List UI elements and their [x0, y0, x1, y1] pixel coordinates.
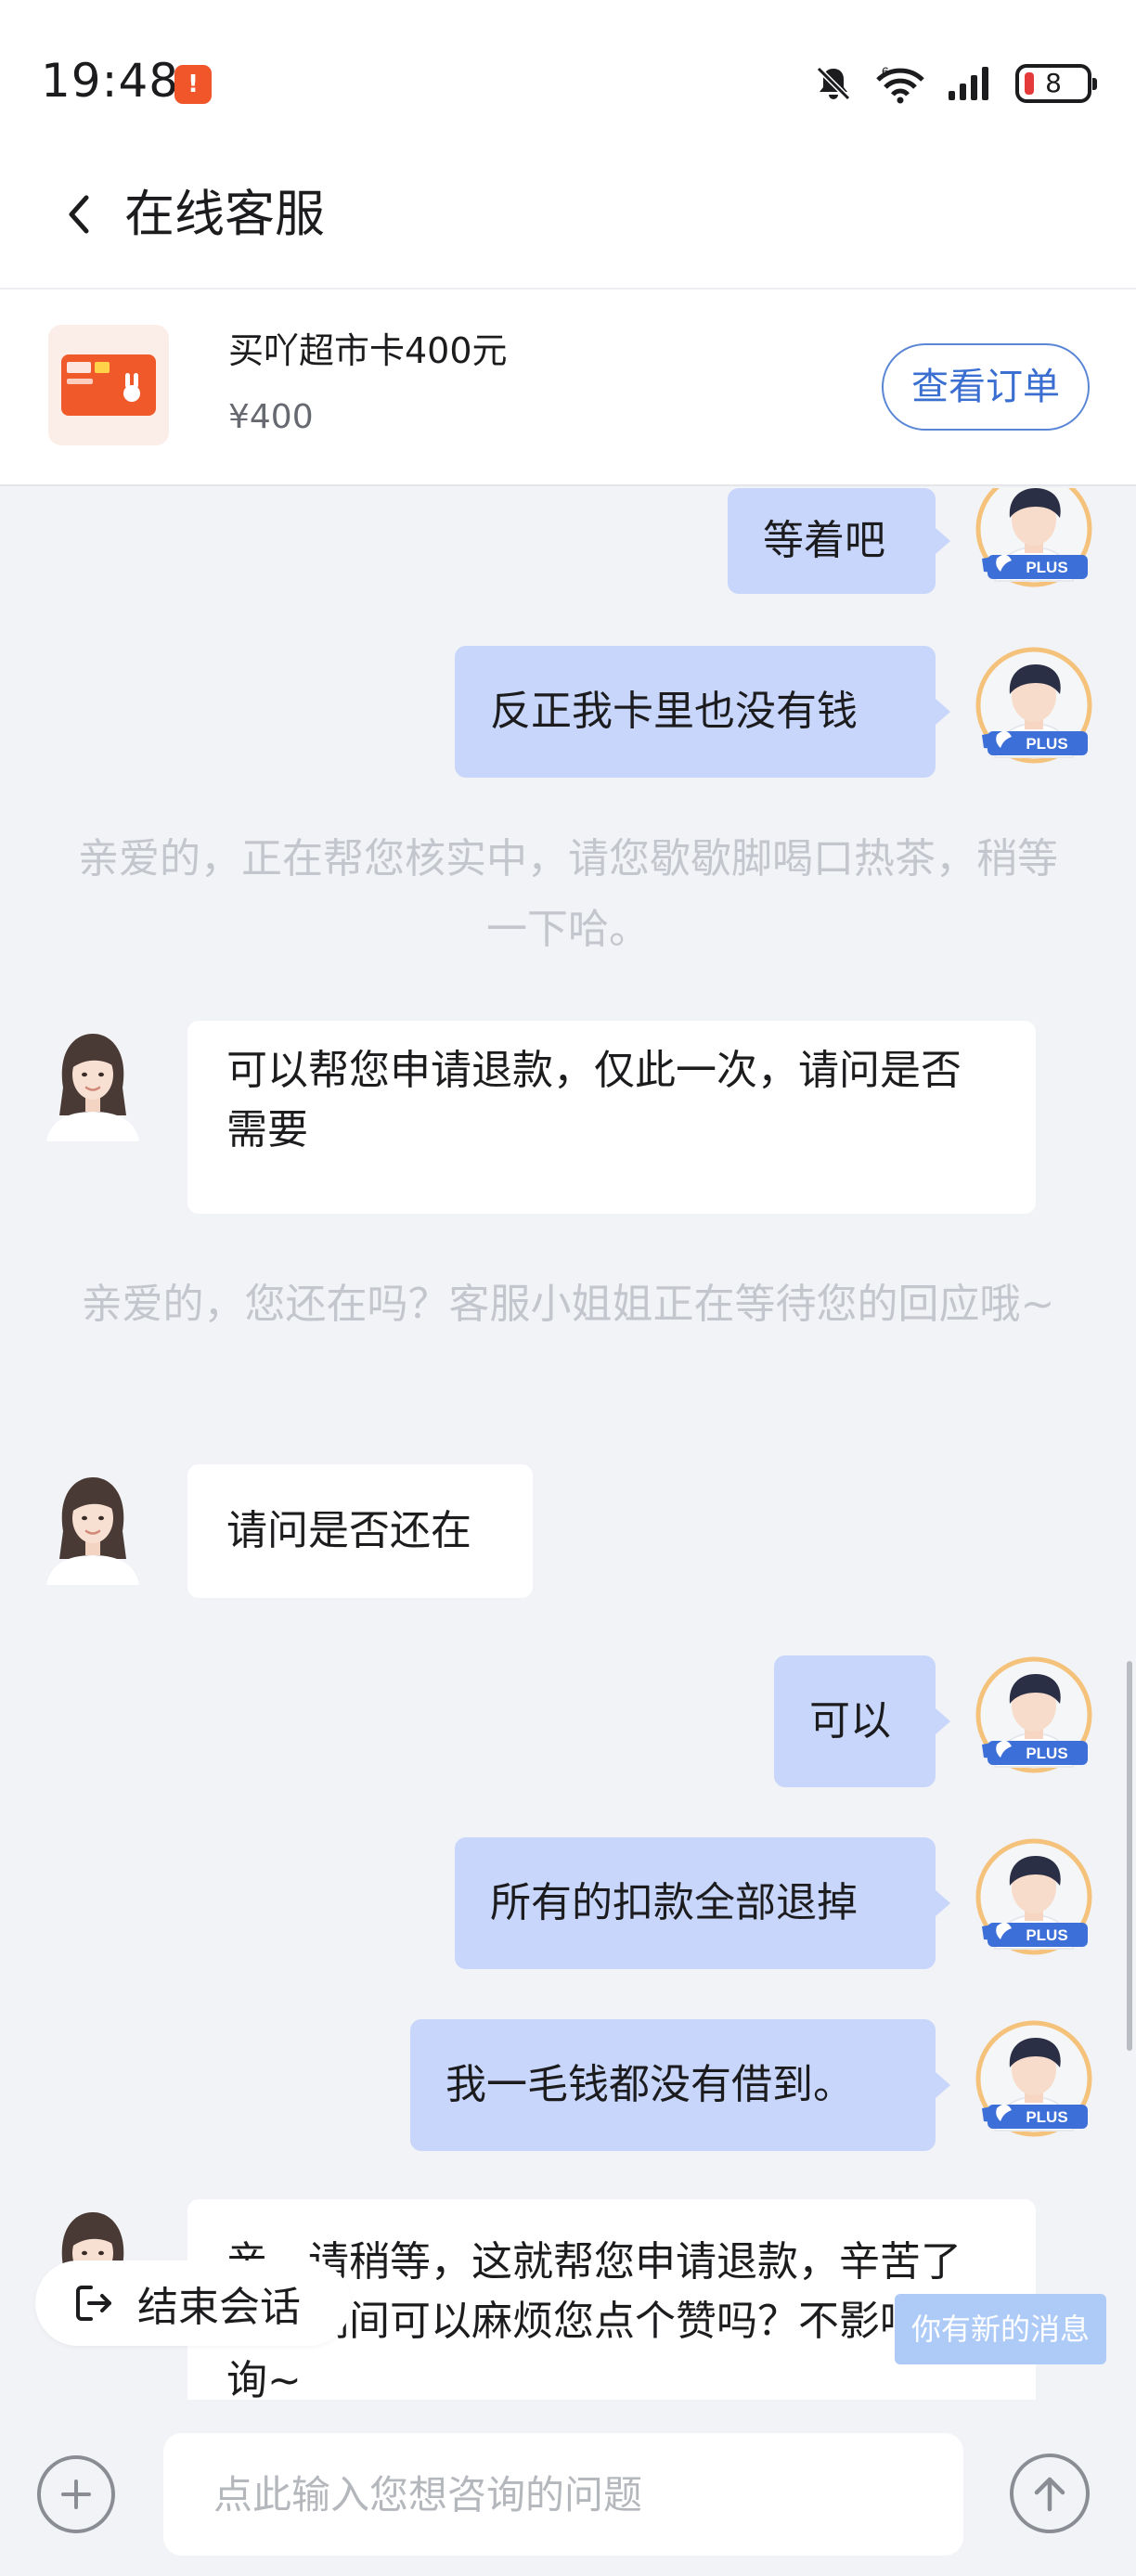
arrow-up-icon [1034, 2477, 1065, 2512]
send-button[interactable] [1010, 2454, 1090, 2533]
system-message: 亲爱的，正在帮您核实中，请您歇歇脚喝口热茶，稍等一下哈。 [78, 835, 1058, 953]
back-button[interactable] [52, 182, 104, 247]
agent-avatar-icon [39, 1023, 147, 1141]
svg-text:PLUS: PLUS [1026, 1745, 1067, 1762]
message-text: 等着吧 [763, 517, 885, 564]
product-title: 买吖超市卡400元 [228, 330, 508, 371]
svg-text:PLUS: PLUS [1026, 559, 1067, 576]
message-text: 反正我卡里也没有钱 [490, 688, 858, 735]
svg-text:PLUS: PLUS [1026, 2108, 1067, 2126]
plus-icon [61, 2479, 91, 2509]
mute-icon [816, 66, 851, 101]
svg-text:PLUS: PLUS [1026, 1926, 1067, 1944]
card-tag-decoration [67, 362, 91, 373]
add-attachment-button[interactable] [37, 2455, 115, 2533]
user-avatar-icon: PLUS [975, 1656, 1092, 1773]
user-message-bubble[interactable]: 反正我卡里也没有钱 [455, 646, 950, 778]
user-avatar-icon: PLUS [975, 488, 1092, 587]
svg-text:PLUS: PLUS [1026, 735, 1067, 753]
notification-badge-icon: ! [174, 65, 212, 104]
user-message-bubble[interactable]: 所有的扣款全部退掉 [455, 1837, 950, 1969]
end-chat-button[interactable]: 结束会话 [35, 2260, 351, 2346]
status-time: 19:48 [41, 54, 180, 108]
user-message-bubble[interactable]: 我一毛钱都没有借到。 [410, 2019, 950, 2151]
agent-avatar-icon [39, 1466, 147, 1585]
user-avatar-icon: PLUS [975, 1838, 1092, 1955]
battery-icon: 8 [1015, 64, 1097, 103]
agent-avatar[interactable] [39, 1023, 147, 1141]
user-message-bubble[interactable]: 可以 [774, 1655, 950, 1787]
chevron-left-icon [69, 195, 89, 234]
agent-avatar[interactable] [39, 1466, 147, 1585]
user-avatar[interactable]: PLUS [975, 488, 1093, 588]
signal-icon [949, 67, 988, 100]
wifi-icon: 6 [876, 64, 924, 104]
user-message-bubble[interactable]: 等着吧 [728, 488, 950, 594]
scrollbar[interactable] [1127, 1661, 1132, 2051]
status-icons: 6 8 [813, 61, 1097, 106]
user-avatar-icon: PLUS [975, 647, 1092, 764]
end-chat-label: 结束会话 [137, 2284, 301, 2331]
card-tag-decoration [95, 362, 110, 373]
chat-area[interactable]: 等着吧 PLUS 反正我卡里也没有钱 PLUS 亲爱的，正在帮您核实中，请您歇歇… [0, 488, 1136, 2400]
user-avatar-icon: PLUS [975, 2020, 1092, 2137]
page-title: 在线客服 [124, 185, 325, 243]
new-message-toast[interactable]: 你有新的消息 [895, 2294, 1106, 2364]
card-tag-decoration [67, 379, 93, 384]
user-avatar[interactable]: PLUS [975, 2019, 1093, 2138]
message-input[interactable] [163, 2433, 963, 2556]
product-price: ¥400 [228, 398, 314, 436]
agent-message-bubble[interactable]: 请问是否还在 [187, 1464, 533, 1598]
agent-message-bubble[interactable]: 可以帮您申请退款，仅此一次，请问是否需要 [187, 1021, 1036, 1214]
message-text: 我一毛钱都没有借到。 [445, 2061, 854, 2108]
system-message: 亲爱的，您还在吗？客服小姐姐正在等待您的回应哦~ [81, 1281, 1055, 1328]
user-avatar[interactable]: PLUS [975, 1837, 1093, 1956]
message-text: 可以帮您申请退款，仅此一次，请问是否需要 [226, 1047, 962, 1153]
view-order-button[interactable]: 查看订单 [882, 343, 1090, 431]
battery-level: 8 [1045, 68, 1062, 98]
user-avatar[interactable]: PLUS [975, 646, 1093, 765]
logout-icon [76, 2286, 111, 2321]
user-avatar[interactable]: PLUS [975, 1655, 1093, 1774]
message-text: 可以 [809, 1697, 891, 1745]
message-text: 所有的扣款全部退掉 [490, 1879, 858, 1926]
message-text: 请问是否还在 [226, 1507, 471, 1554]
